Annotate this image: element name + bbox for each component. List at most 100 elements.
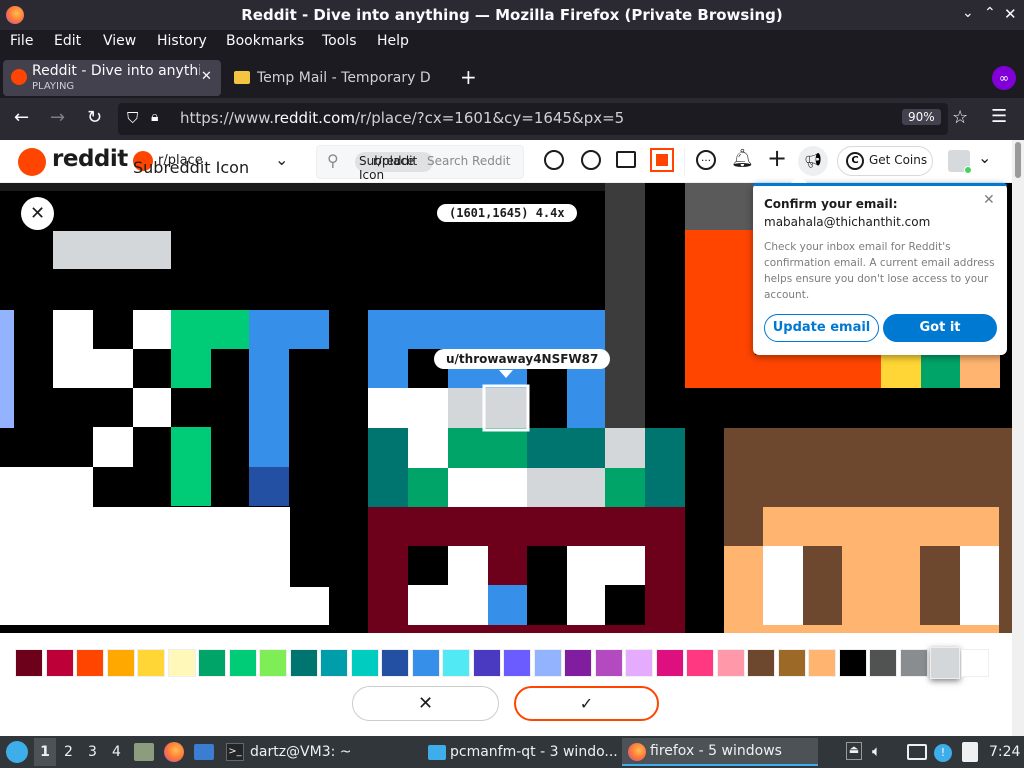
chat-icon[interactable]: …: [696, 150, 716, 170]
popup-email: mabahala@thichanthit.com: [764, 215, 931, 229]
palette-swatch[interactable]: [350, 649, 379, 677]
get-coins-button[interactable]: C Get Coins: [837, 146, 933, 176]
palette-swatch[interactable]: [808, 649, 836, 677]
palette-swatch[interactable]: [15, 649, 43, 677]
palette-swatch[interactable]: [686, 649, 714, 677]
palette-swatch[interactable]: [45, 649, 74, 677]
palette-swatch[interactable]: [320, 649, 348, 677]
firefox-launcher-icon[interactable]: [164, 742, 184, 762]
palette-swatch[interactable]: [747, 649, 775, 677]
app-menu-icon[interactable]: ☰: [991, 106, 1007, 127]
file-manager-icon[interactable]: [134, 743, 154, 761]
menu-help[interactable]: Help: [377, 33, 409, 49]
workspace-4[interactable]: 4: [112, 744, 121, 760]
palette-swatch[interactable]: [289, 649, 318, 677]
workspace-2[interactable]: 2: [64, 744, 73, 760]
palette-swatch[interactable]: [716, 649, 745, 677]
bell-icon[interactable]: 🔔︎: [731, 148, 754, 169]
tab-strip: Reddit - Dive into anythi PLAYING ✕ Temp…: [0, 56, 1024, 98]
minimize-icon[interactable]: ⌄: [962, 5, 974, 21]
got-it-button[interactable]: Got it: [883, 314, 997, 342]
tab-temp-mail[interactable]: Temp Mail - Temporary D: [226, 60, 451, 96]
terminal-task[interactable]: >_ dartz@VM3: ~: [222, 738, 418, 766]
search-box[interactable]: ⚲ r/place Subreddit Icon Search Reddit: [316, 145, 524, 182]
network-icon[interactable]: [907, 744, 927, 760]
tab-reddit[interactable]: Reddit - Dive into anythi PLAYING ✕: [3, 60, 221, 96]
advertise-icon[interactable]: 📢︎: [798, 146, 828, 176]
palette-swatch[interactable]: [137, 649, 165, 677]
palette-swatch[interactable]: [899, 649, 928, 677]
coordinate-readout: (1601,1645) 4.4x: [437, 204, 577, 222]
reload-icon[interactable]: ↻: [87, 107, 102, 128]
menu-view[interactable]: View: [103, 33, 136, 49]
close-window-icon[interactable]: ✕: [1004, 5, 1017, 23]
place-icon[interactable]: [650, 148, 674, 172]
palette-swatch[interactable]: [76, 649, 104, 677]
notification-icon[interactable]: !: [934, 744, 952, 762]
navigation-bar: ← → ↻ ⛉ 🔒︎ https://www.reddit.com/r/plac…: [0, 98, 1024, 140]
confirm-placement-button[interactable]: ✓: [514, 686, 659, 721]
plus-icon[interactable]: +: [767, 144, 787, 172]
popup-close-icon[interactable]: ✕: [983, 192, 995, 208]
user-menu[interactable]: ⌄: [946, 148, 996, 176]
palette-swatch[interactable]: [655, 649, 684, 677]
url-domain: reddit.com: [273, 109, 355, 127]
palette-swatch[interactable]: [442, 649, 470, 677]
forward-icon[interactable]: →: [50, 107, 65, 128]
clipboard-icon[interactable]: [962, 742, 978, 762]
eject-icon[interactable]: ⏏: [846, 742, 862, 760]
back-icon[interactable]: ←: [14, 107, 29, 128]
reddit-logo-icon[interactable]: [18, 148, 46, 176]
palette-swatch[interactable]: [960, 649, 989, 677]
workspace-3[interactable]: 3: [88, 744, 97, 760]
workspace-1[interactable]: 1: [34, 738, 56, 766]
palette-swatch[interactable]: [625, 649, 653, 677]
url-path: /r/place/?cx=1601&cy=1645&px=5: [354, 109, 625, 127]
palette-swatch[interactable]: [167, 649, 196, 677]
menu-tools[interactable]: Tools: [322, 33, 357, 49]
menu-file[interactable]: File: [10, 33, 33, 49]
scrollbar-thumb[interactable]: [1015, 142, 1021, 178]
palette-swatch[interactable]: [869, 649, 897, 677]
menu-bookmarks[interactable]: Bookmarks: [226, 33, 304, 49]
desktop-icon[interactable]: [194, 744, 214, 760]
palette-swatch[interactable]: [198, 649, 226, 677]
app-launcher-icon[interactable]: [6, 741, 28, 763]
community-selector[interactable]: r/place Subreddit Icon ⌄: [130, 146, 290, 178]
cancel-placement-button[interactable]: ✕: [352, 686, 499, 721]
maximize-icon[interactable]: ⌃: [984, 5, 996, 21]
palette-swatch[interactable]: [259, 649, 287, 677]
stats-icon[interactable]: [581, 150, 601, 170]
close-canvas-button[interactable]: ✕: [21, 197, 54, 230]
palette-swatch[interactable]: [564, 649, 592, 677]
update-email-button[interactable]: Update email: [764, 314, 879, 342]
palette-swatch[interactable]: [838, 649, 867, 677]
popular-icon[interactable]: [544, 150, 564, 170]
video-icon[interactable]: [616, 151, 636, 168]
palette-swatch[interactable]: [777, 649, 806, 677]
palette-swatch[interactable]: [472, 649, 501, 677]
url-bar[interactable]: ⛉ 🔒︎ https://www.reddit.com/r/place/?cx=…: [118, 103, 948, 135]
palette-swatch[interactable]: [228, 649, 257, 677]
volume-icon[interactable]: 🔈︎: [872, 742, 881, 760]
palette-swatch[interactable]: [930, 647, 960, 679]
page-scrollbar[interactable]: [1012, 140, 1024, 736]
bookmark-star-icon[interactable]: ☆: [952, 107, 968, 128]
palette-swatch[interactable]: [533, 649, 562, 677]
reddit-wordmark[interactable]: reddit: [52, 146, 128, 172]
window-title: Reddit - Dive into anything — Mozilla Fi…: [241, 6, 783, 24]
palette-swatch[interactable]: [503, 649, 531, 677]
menu-history[interactable]: History: [157, 33, 207, 49]
new-tab-icon[interactable]: +: [460, 65, 477, 89]
menu-edit[interactable]: Edit: [54, 33, 81, 49]
zoom-level[interactable]: 90%: [902, 109, 941, 125]
tab-close-icon[interactable]: ✕: [201, 69, 212, 84]
palette-swatch[interactable]: [411, 649, 440, 677]
tooltip-pointer: [499, 370, 513, 378]
palette-swatch[interactable]: [594, 649, 623, 677]
palette-swatch[interactable]: [106, 649, 135, 677]
palette-swatch[interactable]: [381, 649, 409, 677]
search-placeholder: Search Reddit: [427, 154, 511, 168]
files-task[interactable]: pcmanfm-qt - 3 windo...: [424, 738, 620, 766]
firefox-task[interactable]: firefox - 5 windows: [622, 738, 818, 766]
